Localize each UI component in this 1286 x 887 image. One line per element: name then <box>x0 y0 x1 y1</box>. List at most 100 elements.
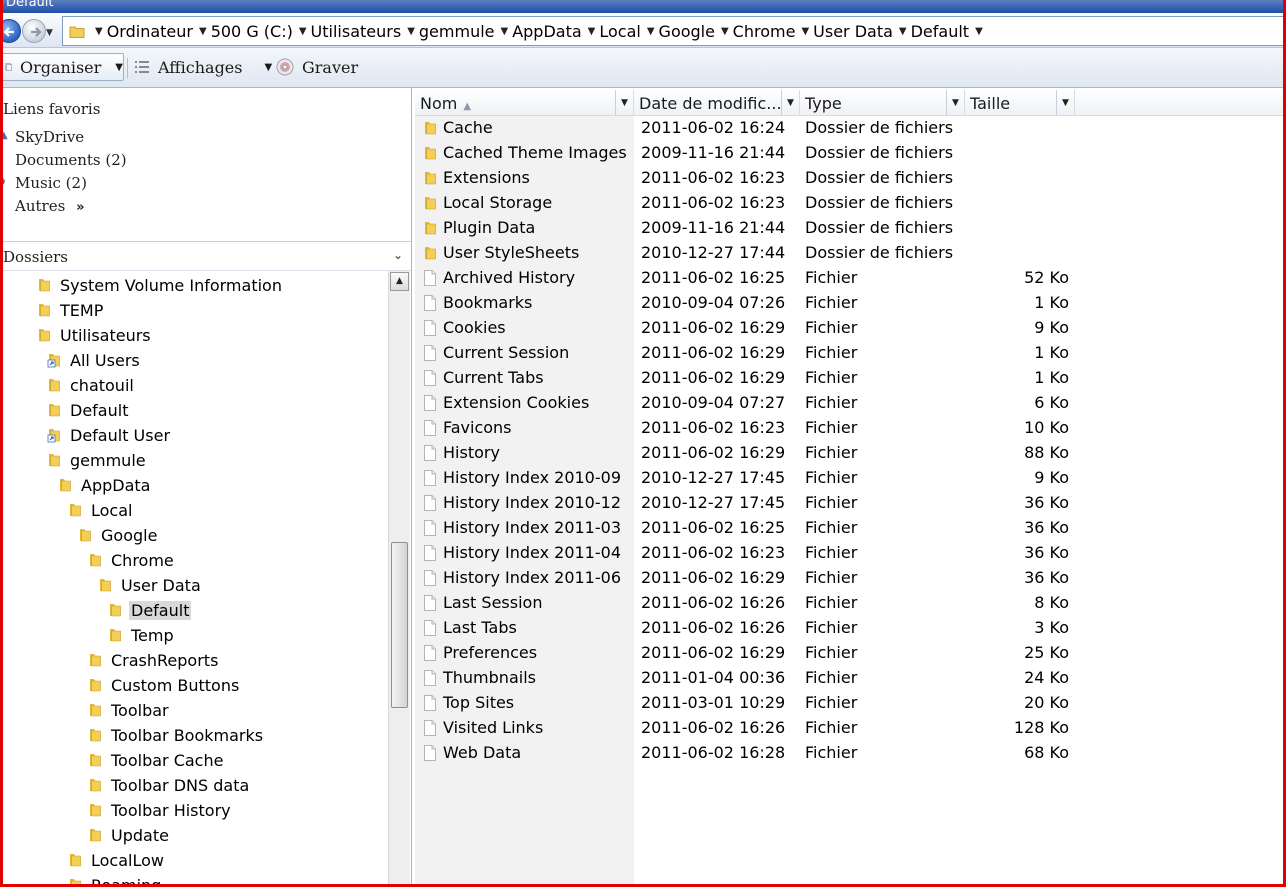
tree-item[interactable]: Temp <box>108 623 176 647</box>
tree-item[interactable]: Utilisateurs <box>37 323 153 347</box>
column-filter-dropdown[interactable]: ▼ <box>946 90 964 116</box>
breadcrumb-item[interactable]: 500 G (C:) <box>211 22 293 41</box>
scroll-thumb[interactable] <box>391 542 408 708</box>
column-header-size[interactable]: Taille ▼ <box>965 90 1075 116</box>
breadcrumb-separator-chevron-icon[interactable]: ▼ <box>501 26 509 37</box>
tree-item[interactable]: AppData <box>58 473 152 497</box>
file-row[interactable]: History Index 2010-12 2010-12-27 17:45 Fic… <box>413 491 1286 516</box>
file-row[interactable]: Cookies 2011-06-02 16:29 Fichier 9 Ko <box>413 316 1286 341</box>
tree-item[interactable]: TEMP <box>37 298 105 322</box>
file-row[interactable]: Favicons 2011-06-02 16:23 Fichier 10 Ko <box>413 416 1286 441</box>
favorite-music[interactable]: ◗ Music (2) <box>0 174 127 197</box>
file-row[interactable]: Plugin Data 2009-11-16 21:44 Dossier de fi… <box>413 216 1286 241</box>
tree-item[interactable]: LocalLow <box>68 848 166 872</box>
column-header-date[interactable]: Date de modific... ▼ <box>634 90 800 116</box>
breadcrumb-item[interactable]: Local <box>599 22 640 41</box>
file-row[interactable]: Cache 2011-06-02 16:24 Dossier de fichiers <box>413 116 1286 141</box>
breadcrumb-item[interactable]: gemmule <box>419 22 495 41</box>
breadcrumb-separator-chevron-icon[interactable]: ▼ <box>299 26 307 37</box>
file-row[interactable]: Extensions 2011-06-02 16:23 Dossier de fic… <box>413 166 1286 191</box>
column-filter-dropdown[interactable]: ▼ <box>1056 90 1074 116</box>
breadcrumb-separator-chevron-icon[interactable]: ▼ <box>588 26 596 37</box>
breadcrumb-item[interactable]: Default <box>911 22 969 41</box>
breadcrumb-item[interactable]: Ordinateur <box>107 22 193 41</box>
file-row[interactable]: History Index 2011-03 2011-06-02 16:25 Fic… <box>413 516 1286 541</box>
file-row[interactable]: History Index 2010-09 2010-12-27 17:45 Fic… <box>413 466 1286 491</box>
tree-item[interactable]: Chrome <box>88 548 176 572</box>
tree-item[interactable]: Default User <box>47 423 172 447</box>
tree-item[interactable]: Default <box>108 598 192 622</box>
file-row[interactable]: Local Storage 2011-06-02 16:23 Dossier de … <box>413 191 1286 216</box>
tree-item[interactable]: Toolbar History <box>88 798 233 822</box>
file-date: 2009-11-16 21:44 <box>641 218 786 237</box>
breadcrumb-separator-chevron-icon[interactable]: ▼ <box>647 26 655 37</box>
tree-item[interactable]: chatouil <box>47 373 136 397</box>
tree-item[interactable]: Local <box>68 498 134 522</box>
file-row[interactable]: History Index 2011-06 2011-06-02 16:29 Fic… <box>413 566 1286 591</box>
folders-pane-header[interactable]: Dossiers ⌄ <box>0 241 411 271</box>
tree-item[interactable]: Toolbar Bookmarks <box>88 723 265 747</box>
column-filter-dropdown[interactable]: ▼ <box>781 90 799 116</box>
tree-item[interactable]: gemmule <box>47 448 148 472</box>
tree-item[interactable]: Custom Buttons <box>88 673 241 697</box>
file-row[interactable]: Visited Links 2011-06-02 16:26 Fichier 128 … <box>413 716 1286 741</box>
file-date: 2011-06-02 16:25 <box>641 518 786 537</box>
folder-icon <box>70 854 81 867</box>
breadcrumb-item[interactable]: Utilisateurs <box>311 22 402 41</box>
file-row[interactable]: Preferences 2011-06-02 16:29 Fichier 25 Ko <box>413 641 1286 666</box>
tree-item[interactable]: Update <box>88 823 171 847</box>
column-header-type[interactable]: Type ▼ <box>800 90 965 116</box>
breadcrumb-separator-chevron-icon[interactable]: ▼ <box>801 26 809 37</box>
tree-item[interactable]: Toolbar Cache <box>88 748 225 772</box>
breadcrumb-separator-chevron-icon[interactable]: ▼ <box>975 26 983 37</box>
tree-item[interactable]: All Users <box>47 348 142 372</box>
tree-item[interactable]: Default <box>47 398 130 422</box>
breadcrumb-item[interactable]: AppData <box>512 22 581 41</box>
tree-item[interactable]: Toolbar <box>88 698 171 722</box>
recent-pages-dropdown[interactable]: ▼ <box>46 28 53 38</box>
breadcrumb-item[interactable]: User Data <box>813 22 893 41</box>
tree-item[interactable]: Toolbar DNS data <box>88 773 251 797</box>
column-header-name[interactable]: Nom ▲ ▼ <box>415 90 634 116</box>
breadcrumb-item[interactable]: Google <box>659 22 715 41</box>
tree-item[interactable]: Roaming <box>68 873 163 887</box>
file-row[interactable]: Top Sites 2011-03-01 10:29 Fichier 20 Ko <box>413 691 1286 716</box>
tree-scrollbar[interactable]: ▲ <box>388 271 410 887</box>
favorite-documents[interactable]: Documents (2) <box>0 151 127 174</box>
file-row[interactable]: Web Data 2011-06-02 16:28 Fichier 68 Ko <box>413 741 1286 766</box>
breadcrumb-separator-chevron-icon[interactable]: ▼ <box>899 26 907 37</box>
address-path-box[interactable]: ▼ Ordinateur ▼ 500 G (C:) ▼ Utilisateurs ▼ gemm… <box>62 16 1284 46</box>
forward-button[interactable] <box>22 19 46 43</box>
file-row[interactable]: Archived History 2011-06-02 16:25 Fichier 5… <box>413 266 1286 291</box>
breadcrumb-separator-chevron-icon[interactable]: ▼ <box>407 26 415 37</box>
breadcrumb-item[interactable]: Chrome <box>733 22 796 41</box>
breadcrumb-separator-chevron-icon[interactable]: ▼ <box>721 26 729 37</box>
graver-button[interactable]: Graver <box>276 53 358 81</box>
file-row[interactable]: Last Tabs 2011-06-02 16:26 Fichier 3 Ko <box>413 616 1286 641</box>
tree-item-label: AppData <box>81 475 151 495</box>
file-name: History Index 2010-12 <box>443 493 621 512</box>
breadcrumb-separator-chevron-icon[interactable]: ▼ <box>199 26 207 37</box>
tree-item[interactable]: Google <box>78 523 159 547</box>
affichages-button[interactable]: Affichages ▼ <box>134 53 272 81</box>
file-row[interactable]: Cached Theme Images 2009-11-16 21:44 Dossi… <box>413 141 1286 166</box>
file-row[interactable]: Thumbnails 2011-01-04 00:36 Fichier 24 Ko <box>413 666 1286 691</box>
tree-item[interactable]: User Data <box>98 573 203 597</box>
column-filter-dropdown[interactable]: ▼ <box>615 90 633 116</box>
file-row[interactable]: Extension Cookies 2010-09-04 07:27 Fichier… <box>413 391 1286 416</box>
file-row[interactable]: User StyleSheets 2010-12-27 17:44 Dossier … <box>413 241 1286 266</box>
favorite-skydrive[interactable]: ▲ SkyDrive <box>0 128 127 151</box>
file-row[interactable]: History 2011-06-02 16:29 Fichier 88 Ko <box>413 441 1286 466</box>
scroll-up-button[interactable]: ▲ <box>390 272 409 291</box>
tree-item[interactable]: System Volume Information <box>37 273 284 297</box>
back-button[interactable] <box>0 19 21 43</box>
breadcrumb-separator-chevron-icon[interactable]: ▼ <box>95 26 103 37</box>
organiser-button[interactable]: Organiser ▼ <box>0 53 124 81</box>
favorite-more[interactable]: Autres » <box>0 197 127 220</box>
tree-item[interactable]: CrashReports <box>88 648 220 672</box>
file-row[interactable]: Current Session 2011-06-02 16:29 Fichier 1 … <box>413 341 1286 366</box>
file-row[interactable]: History Index 2011-04 2011-06-02 16:23 Fic… <box>413 541 1286 566</box>
file-row[interactable]: Bookmarks 2010-09-04 07:26 Fichier 1 Ko <box>413 291 1286 316</box>
file-row[interactable]: Current Tabs 2011-06-02 16:29 Fichier 1 Ko <box>413 366 1286 391</box>
file-row[interactable]: Last Session 2011-06-02 16:26 Fichier 8 Ko <box>413 591 1286 616</box>
